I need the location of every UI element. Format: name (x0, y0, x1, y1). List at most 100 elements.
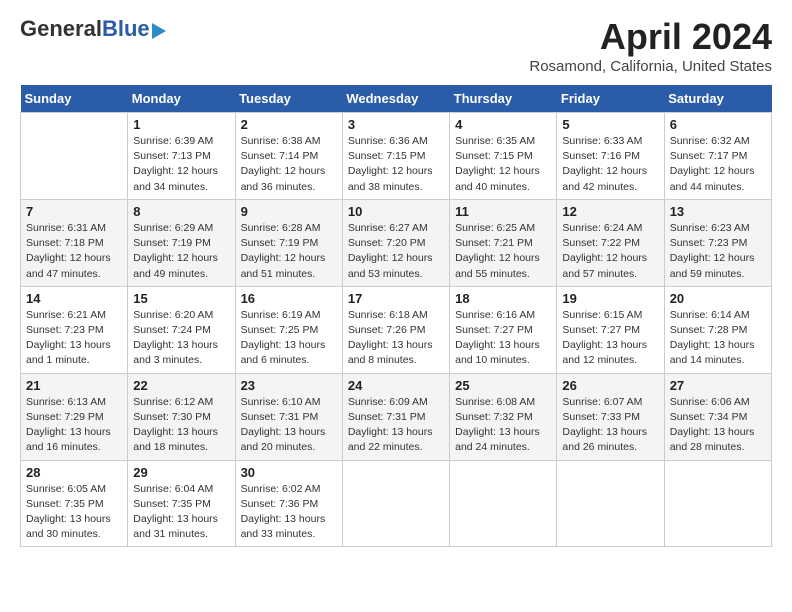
cell-info-text: Sunrise: 6:33 AMSunset: 7:16 PMDaylight:… (562, 134, 658, 195)
cell-info-text: Sunrise: 6:20 AMSunset: 7:24 PMDaylight:… (133, 308, 229, 369)
cell-date-number: 29 (133, 465, 229, 480)
cell-info-text: Sunrise: 6:14 AMSunset: 7:28 PMDaylight:… (670, 308, 766, 369)
cell-date-number: 24 (348, 378, 444, 393)
cell-info-text: Sunrise: 6:06 AMSunset: 7:34 PMDaylight:… (670, 395, 766, 456)
calendar-cell: 11 Sunrise: 6:25 AMSunset: 7:21 PMDayligh… (450, 199, 557, 286)
cell-date-number: 14 (26, 291, 122, 306)
calendar-cell: 23Sunrise: 6:10 AMSunset: 7:31 PMDayligh… (235, 373, 342, 460)
cell-date-number: 23 (241, 378, 337, 393)
calendar-week-row: 28 Sunrise: 6:05 AMSunset: 7:35 PMDayligh… (21, 460, 772, 547)
calendar-cell: 25 Sunrise: 6:08 AMSunset: 7:32 PMDayligh… (450, 373, 557, 460)
calendar-cell (664, 460, 771, 547)
calendar-cell: 1 Sunrise: 6:39 AMSunset: 7:13 PMDaylight… (128, 113, 235, 200)
cell-info-text: Sunrise: 6:36 AMSunset: 7:15 PMDaylight:… (348, 134, 444, 195)
weekday-header-tuesday: Tuesday (235, 85, 342, 113)
calendar-cell (450, 460, 557, 547)
cell-info-text: Sunrise: 6:27 AMSunset: 7:20 PMDaylight:… (348, 221, 444, 282)
cell-date-number: 16 (241, 291, 337, 306)
location-subtitle: Rosamond, California, United States (529, 58, 772, 75)
cell-info-text: Sunrise: 6:08 AMSunset: 7:32 PMDaylight:… (455, 395, 551, 456)
cell-date-number: 28 (26, 465, 122, 480)
calendar-cell: 14 Sunrise: 6:21 AMSunset: 7:23 PMDayligh… (21, 286, 128, 373)
weekday-header-sunday: Sunday (21, 85, 128, 113)
cell-date-number: 21 (26, 378, 122, 393)
calendar-week-row: 14 Sunrise: 6:21 AMSunset: 7:23 PMDayligh… (21, 286, 772, 373)
cell-date-number: 26 (562, 378, 658, 393)
calendar-cell: 19 Sunrise: 6:15 AMSunset: 7:27 PMDayligh… (557, 286, 664, 373)
cell-info-text: Sunrise: 6:28 AMSunset: 7:19 PMDaylight:… (241, 221, 337, 282)
cell-info-text: Sunrise: 6:35 AMSunset: 7:15 PMDaylight:… (455, 134, 551, 195)
calendar-cell: 26 Sunrise: 6:07 AMSunset: 7:33 PMDayligh… (557, 373, 664, 460)
calendar-cell: 10 Sunrise: 6:27 AMSunset: 7:20 PMDayligh… (342, 199, 449, 286)
cell-date-number: 12 (562, 204, 658, 219)
cell-info-text: Sunrise: 6:18 AMSunset: 7:26 PMDaylight:… (348, 308, 444, 369)
cell-date-number: 17 (348, 291, 444, 306)
calendar-week-row: 1 Sunrise: 6:39 AMSunset: 7:13 PMDaylight… (21, 113, 772, 200)
cell-date-number: 4 (455, 117, 551, 132)
cell-date-number: 19 (562, 291, 658, 306)
weekday-header-saturday: Saturday (664, 85, 771, 113)
cell-date-number: 3 (348, 117, 444, 132)
cell-info-text: Sunrise: 6:16 AMSunset: 7:27 PMDaylight:… (455, 308, 551, 369)
cell-info-text: Sunrise: 6:31 AMSunset: 7:18 PMDaylight:… (26, 221, 122, 282)
page-header: General Blue April 2024 Rosamond, Califo… (20, 16, 772, 75)
cell-info-text: Sunrise: 6:29 AMSunset: 7:19 PMDaylight:… (133, 221, 229, 282)
cell-date-number: 5 (562, 117, 658, 132)
calendar-cell: 18 Sunrise: 6:16 AMSunset: 7:27 PMDayligh… (450, 286, 557, 373)
logo-blue-text: Blue (102, 16, 150, 42)
cell-info-text: Sunrise: 6:39 AMSunset: 7:13 PMDaylight:… (133, 134, 229, 195)
cell-info-text: Sunrise: 6:38 AMSunset: 7:14 PMDaylight:… (241, 134, 337, 195)
month-title: April 2024 (529, 16, 772, 58)
calendar-cell: 7 Sunrise: 6:31 AMSunset: 7:18 PMDaylight… (21, 199, 128, 286)
cell-date-number: 18 (455, 291, 551, 306)
cell-info-text: Sunrise: 6:24 AMSunset: 7:22 PMDaylight:… (562, 221, 658, 282)
cell-date-number: 13 (670, 204, 766, 219)
calendar-cell: 29Sunrise: 6:04 AMSunset: 7:35 PMDayligh… (128, 460, 235, 547)
logo-general-text: General (20, 16, 102, 42)
cell-date-number: 25 (455, 378, 551, 393)
cell-date-number: 20 (670, 291, 766, 306)
calendar-cell: 22Sunrise: 6:12 AMSunset: 7:30 PMDayligh… (128, 373, 235, 460)
calendar-cell: 28 Sunrise: 6:05 AMSunset: 7:35 PMDayligh… (21, 460, 128, 547)
calendar-cell: 8 Sunrise: 6:29 AMSunset: 7:19 PMDaylight… (128, 199, 235, 286)
cell-date-number: 30 (241, 465, 337, 480)
cell-date-number: 27 (670, 378, 766, 393)
calendar-cell: 21 Sunrise: 6:13 AMSunset: 7:29 PMDayligh… (21, 373, 128, 460)
weekday-header-monday: Monday (128, 85, 235, 113)
cell-info-text: Sunrise: 6:19 AMSunset: 7:25 PMDaylight:… (241, 308, 337, 369)
calendar-week-row: 21 Sunrise: 6:13 AMSunset: 7:29 PMDayligh… (21, 373, 772, 460)
calendar-cell (342, 460, 449, 547)
cell-date-number: 11 (455, 204, 551, 219)
cell-info-text: Sunrise: 6:25 AMSunset: 7:21 PMDaylight:… (455, 221, 551, 282)
cell-date-number: 9 (241, 204, 337, 219)
logo-arrow-icon (152, 23, 166, 39)
calendar-cell: 12 Sunrise: 6:24 AMSunset: 7:22 PMDayligh… (557, 199, 664, 286)
cell-info-text: Sunrise: 6:13 AMSunset: 7:29 PMDaylight:… (26, 395, 122, 456)
calendar-cell: 27 Sunrise: 6:06 AMSunset: 7:34 PMDayligh… (664, 373, 771, 460)
cell-date-number: 15 (133, 291, 229, 306)
cell-date-number: 10 (348, 204, 444, 219)
cell-date-number: 7 (26, 204, 122, 219)
cell-info-text: Sunrise: 6:15 AMSunset: 7:27 PMDaylight:… (562, 308, 658, 369)
weekday-header-wednesday: Wednesday (342, 85, 449, 113)
weekday-header-row: SundayMondayTuesdayWednesdayThursdayFrid… (21, 85, 772, 113)
cell-info-text: Sunrise: 6:05 AMSunset: 7:35 PMDaylight:… (26, 482, 122, 543)
calendar-cell: 2 Sunrise: 6:38 AMSunset: 7:14 PMDaylight… (235, 113, 342, 200)
calendar-cell: 24Sunrise: 6:09 AMSunset: 7:31 PMDayligh… (342, 373, 449, 460)
cell-date-number: 1 (133, 117, 229, 132)
logo: General Blue (20, 16, 166, 42)
calendar-cell: 30 Sunrise: 6:02 AMSunset: 7:36 PMDayligh… (235, 460, 342, 547)
cell-info-text: Sunrise: 6:07 AMSunset: 7:33 PMDaylight:… (562, 395, 658, 456)
cell-info-text: Sunrise: 6:21 AMSunset: 7:23 PMDaylight:… (26, 308, 122, 369)
calendar-cell: 13 Sunrise: 6:23 AMSunset: 7:23 PMDayligh… (664, 199, 771, 286)
calendar-cell: 4 Sunrise: 6:35 AMSunset: 7:15 PMDaylight… (450, 113, 557, 200)
cell-date-number: 8 (133, 204, 229, 219)
calendar-cell: 15 Sunrise: 6:20 AMSunset: 7:24 PMDayligh… (128, 286, 235, 373)
cell-info-text: Sunrise: 6:02 AMSunset: 7:36 PMDaylight:… (241, 482, 337, 543)
calendar-cell: 16 Sunrise: 6:19 AMSunset: 7:25 PMDayligh… (235, 286, 342, 373)
cell-info-text: Sunrise: 6:23 AMSunset: 7:23 PMDaylight:… (670, 221, 766, 282)
calendar-cell: 3 Sunrise: 6:36 AMSunset: 7:15 PMDaylight… (342, 113, 449, 200)
calendar-cell: 5 Sunrise: 6:33 AMSunset: 7:16 PMDaylight… (557, 113, 664, 200)
cell-date-number: 2 (241, 117, 337, 132)
title-area: April 2024 Rosamond, California, United … (529, 16, 772, 75)
